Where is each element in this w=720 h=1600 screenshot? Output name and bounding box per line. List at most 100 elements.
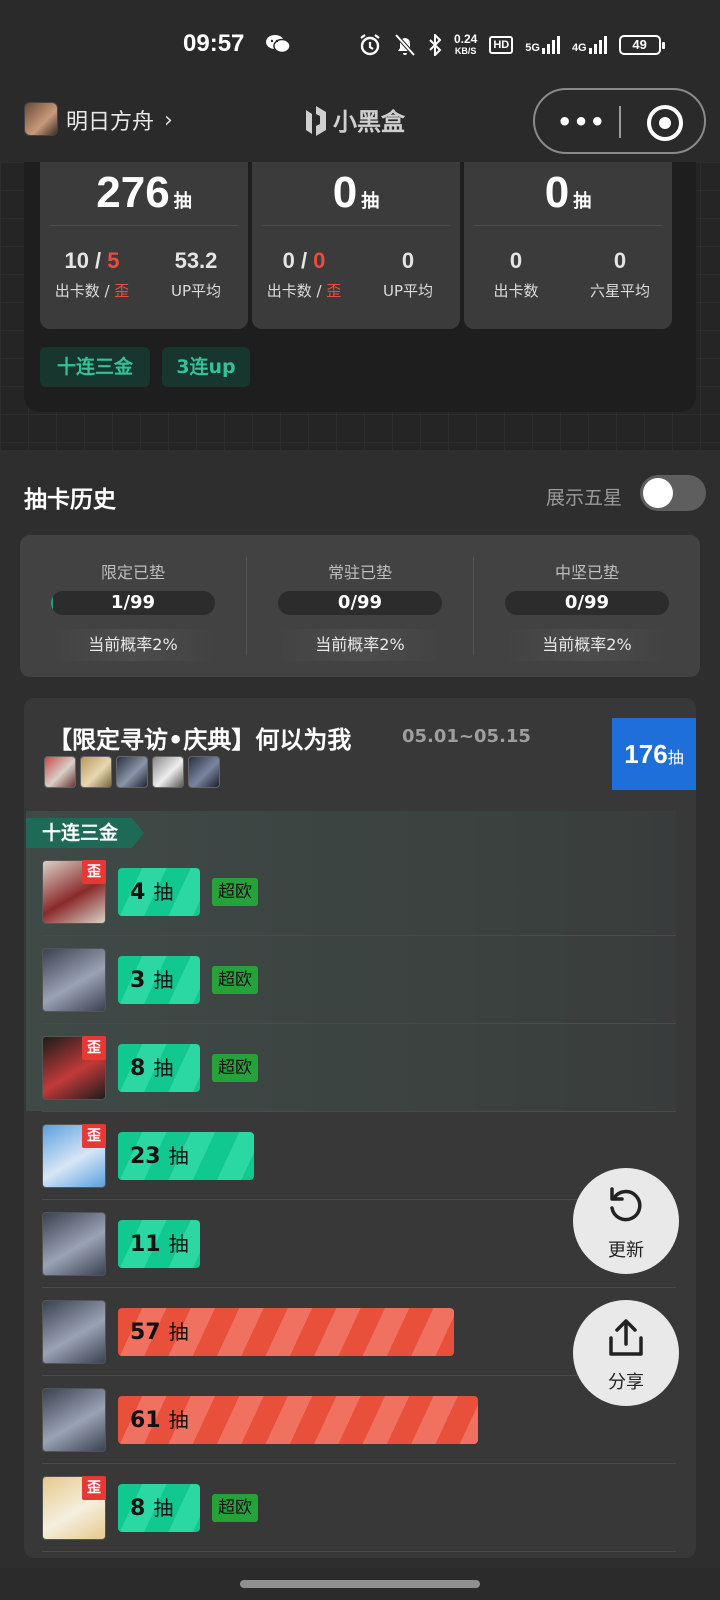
- pity-progress-bar: 1/99: [51, 591, 215, 615]
- status-bar: 09:57 0.24 KB/S HD 5G 4G 49: [0, 0, 720, 80]
- bluetooth-icon: [429, 34, 442, 56]
- pull-count-bar: 3抽: [118, 956, 200, 1004]
- pull-count-bar: 23 抽: [118, 1132, 254, 1180]
- wechat-icon: [266, 35, 291, 54]
- share-button[interactable]: 分享: [573, 1300, 679, 1406]
- app-logo-text: 小黑盒: [333, 108, 405, 136]
- stat-total: 0抽: [332, 168, 380, 217]
- pull-record-row[interactable]: 歪 8 抽超欧: [26, 1464, 676, 1552]
- stat-card-limited: 276 抽 10 / 5 出卡数 / 歪 53.2 UP平均: [40, 162, 248, 329]
- pull-count-bar: 57 抽: [118, 1308, 454, 1356]
- chevron-right-icon: ›: [164, 107, 173, 133]
- lucky-tag: 超欧: [212, 878, 258, 906]
- nav-bar: 明日方舟 › 小黑盒 •••: [0, 80, 720, 162]
- pull-count: 3: [130, 968, 146, 993]
- pull-unit: 抽: [168, 1408, 189, 1432]
- pull-count-bar: 61 抽: [118, 1396, 478, 1444]
- achievement-tag: 十连三金: [40, 347, 150, 387]
- stat-total: 0抽: [544, 168, 592, 217]
- refresh-button[interactable]: 更新: [573, 1168, 679, 1274]
- pull-count: 11: [130, 1232, 161, 1257]
- heybox-logo-icon: [306, 105, 326, 136]
- pity-midtier: 中坚已垫 0/99 当前概率2%: [474, 535, 700, 677]
- operator-avatar: [152, 756, 184, 788]
- stat-total: 276 抽: [96, 168, 192, 217]
- home-indicator[interactable]: [240, 1580, 480, 1588]
- pull-count-bar: 8抽: [118, 1044, 200, 1092]
- pull-unit: 抽: [153, 1496, 174, 1520]
- share-icon: [609, 1319, 643, 1356]
- history-title: 抽卡历史: [24, 487, 116, 513]
- pity-progress-fill: [51, 591, 53, 615]
- off-banner-badge: 歪: [82, 1476, 106, 1500]
- banner-title: 【限定寻访•庆典】何以为我: [48, 726, 352, 754]
- banner-history-card[interactable]: 【限定寻访•庆典】何以为我 05.01~05.15 176抽 十连三金 歪4抽超…: [24, 698, 696, 1558]
- stat-up-average: 53.2 UP平均: [170, 248, 222, 300]
- pull-count: 8: [130, 1056, 146, 1081]
- operator-avatar: [42, 1388, 106, 1452]
- pull-unit: 抽: [168, 1232, 189, 1256]
- game-selector[interactable]: 明日方舟 ›: [66, 104, 173, 136]
- pull-count: 57: [130, 1320, 161, 1345]
- pull-count: 8: [130, 1496, 146, 1521]
- toggle-knob: [643, 478, 673, 508]
- status-time: 09:57: [183, 30, 245, 57]
- pull-record-row[interactable]: 歪 8 抽超欧: [26, 1024, 676, 1112]
- operator-avatar: [42, 1212, 106, 1276]
- game-name: 明日方舟: [66, 110, 155, 135]
- pull-count: 61: [130, 1408, 161, 1433]
- pull-count-bar: 4抽: [118, 868, 200, 916]
- pity-limited: 限定已垫 1/99 当前概率2%: [20, 535, 246, 677]
- share-label: 分享: [608, 1372, 644, 1393]
- pull-record-row[interactable]: 3 抽超欧: [26, 936, 676, 1024]
- lucky-tag: 超欧: [212, 1494, 258, 1522]
- pull-record-row[interactable]: 歪 23 抽: [26, 1112, 676, 1200]
- stat-up-average: 0 UP平均: [382, 248, 434, 300]
- operator-avatar: [188, 756, 220, 788]
- refresh-label: 更新: [608, 1240, 644, 1261]
- banner-date: 05.01~05.15: [402, 726, 531, 747]
- show-five-star-toggle[interactable]: [640, 475, 706, 511]
- signal-4g: 4G: [572, 36, 607, 54]
- featured-operators: [44, 756, 220, 788]
- refresh-icon: [610, 1187, 642, 1222]
- pity-progress-bar: 0/99: [278, 591, 442, 615]
- off-banner-badge: 歪: [82, 1124, 106, 1148]
- pull-count: 4: [130, 880, 146, 905]
- stat-card-midtier: 0抽 0 出卡数 0 六星平均: [464, 162, 672, 329]
- app-logo: 小黑盒: [303, 102, 405, 137]
- stat-card-standard: 0抽 0 / 0 出卡数 / 歪 0 UP平均: [252, 162, 460, 329]
- achievement-tag: 3连up: [162, 347, 250, 387]
- stat-cards-out: 10 / 5 出卡数 / 歪: [54, 248, 130, 300]
- stat-six-star-average: 0 六星平均: [589, 248, 650, 300]
- stat-cards-out: 0 出卡数: [493, 248, 539, 300]
- net-speed: 0.24 KB/S: [454, 32, 478, 56]
- pull-unit: 抽: [153, 880, 174, 904]
- pull-unit: 抽: [168, 1320, 189, 1344]
- pull-unit: 抽: [168, 1144, 189, 1168]
- capsule-divider: [619, 106, 621, 138]
- show-five-star-label: 展示五星: [546, 487, 623, 509]
- banner-total-pulls: 176抽: [612, 718, 696, 790]
- status-icons: 0.24 KB/S HD 5G 4G 49: [358, 32, 665, 58]
- pull-count-bar: 8抽: [118, 1484, 200, 1532]
- operator-avatar: [42, 948, 106, 1012]
- operator-avatar: [44, 756, 76, 788]
- close-miniapp-icon[interactable]: [647, 105, 683, 141]
- battery-icon: 49: [618, 35, 665, 55]
- miniapp-capsule: •••: [533, 88, 706, 154]
- off-banner-badge: 歪: [82, 860, 106, 884]
- lucky-tag: 超欧: [212, 966, 258, 994]
- pull-unit: 抽: [153, 968, 174, 992]
- pull-record-row[interactable]: 歪 4 抽超欧: [26, 848, 676, 936]
- ten-pull-group-label: 十连三金: [26, 818, 144, 848]
- pity-progress-bar: 0/99: [505, 591, 669, 615]
- mute-bell-icon: [394, 33, 416, 57]
- hd-icon: HD: [489, 36, 514, 54]
- game-avatar[interactable]: [24, 102, 58, 136]
- more-icon[interactable]: •••: [557, 108, 606, 136]
- pity-panel: 限定已垫 1/99 当前概率2% 常驻已垫 0/99 当前概率2% 中坚已垫 0…: [20, 535, 700, 677]
- pull-unit: 抽: [153, 1056, 174, 1080]
- off-banner-badge: 歪: [82, 1036, 106, 1060]
- pull-count: 23: [130, 1144, 161, 1169]
